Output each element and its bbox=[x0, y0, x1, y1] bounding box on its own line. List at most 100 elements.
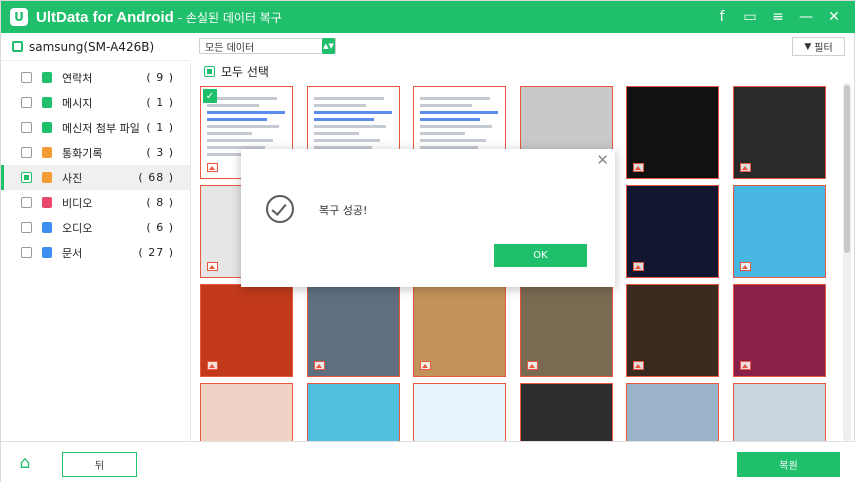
category-checkbox[interactable] bbox=[21, 147, 32, 158]
ok-button[interactable]: OK bbox=[494, 244, 587, 267]
photo-thumbnail[interactable] bbox=[520, 284, 613, 377]
dropdown-value: 모든 데이터 bbox=[205, 42, 255, 54]
checkmark-icon[interactable]: ✓ bbox=[203, 89, 217, 103]
photo-thumbnail[interactable] bbox=[626, 383, 719, 441]
screenshot-text-line bbox=[314, 97, 384, 100]
sidebar-item[interactable]: 메시지 ( 1 ) bbox=[1, 90, 190, 115]
window-controls: f ▭ ≡ — ✕ bbox=[708, 1, 848, 33]
category-checkbox[interactable] bbox=[21, 97, 32, 108]
message-icon bbox=[42, 97, 52, 108]
close-icon[interactable]: ✕ bbox=[820, 1, 848, 33]
select-all-checkbox[interactable] bbox=[204, 65, 215, 77]
menu-icon[interactable]: ≡ bbox=[764, 1, 792, 33]
sidebar-item[interactable]: 비디오 ( 8 ) bbox=[1, 190, 190, 215]
category-checkbox[interactable] bbox=[21, 247, 32, 258]
screenshot-text-line bbox=[207, 97, 277, 100]
success-dialog: ✕ 복구 성공! OK bbox=[241, 149, 615, 287]
photo-thumbnail[interactable] bbox=[733, 383, 826, 441]
screenshot-text-line bbox=[314, 139, 380, 142]
image-type-icon bbox=[740, 163, 751, 172]
screenshot-text-line bbox=[207, 132, 252, 135]
category-checkbox[interactable] bbox=[21, 172, 32, 183]
category-count: ( 9 ) bbox=[146, 71, 174, 84]
screenshot-text-line bbox=[314, 111, 392, 114]
select-all-label: 모두 선택 bbox=[221, 64, 269, 79]
sidebar-item[interactable]: 연락처 ( 9 ) bbox=[1, 65, 190, 90]
screenshot-text-line bbox=[314, 104, 366, 107]
close-icon[interactable]: ✕ bbox=[596, 151, 609, 169]
data-filter-dropdown[interactable]: 모든 데이터 ▲▼ bbox=[199, 38, 336, 54]
app-logo-icon: U bbox=[10, 8, 28, 26]
photo-thumbnail[interactable] bbox=[307, 383, 400, 441]
device-name: samsung(SM-A426B) bbox=[29, 39, 155, 54]
photo-thumbnail[interactable] bbox=[626, 185, 719, 278]
photo-thumbnail[interactable] bbox=[200, 383, 293, 441]
category-count: ( 3 ) bbox=[146, 146, 174, 159]
image-type-icon bbox=[740, 262, 751, 271]
category-label: 메신저 첨부 파일 bbox=[62, 121, 140, 135]
recover-button[interactable]: 복원 bbox=[737, 452, 840, 477]
category-checkbox[interactable] bbox=[21, 197, 32, 208]
image-type-icon bbox=[633, 262, 644, 271]
document-icon bbox=[42, 247, 52, 258]
screenshot-text-line bbox=[207, 125, 279, 128]
photo-thumbnail[interactable] bbox=[733, 284, 826, 377]
screenshot-text-line bbox=[207, 104, 259, 107]
screenshot-text-line bbox=[420, 125, 492, 128]
contacts-icon bbox=[42, 72, 52, 83]
category-checkbox[interactable] bbox=[21, 222, 32, 233]
filter-label: 필터 bbox=[814, 43, 833, 54]
audio-icon bbox=[42, 222, 52, 233]
sidebar-item[interactable]: 통화기록 ( 3 ) bbox=[1, 140, 190, 165]
select-all[interactable]: 모두 선택 bbox=[204, 64, 269, 79]
device-header: samsung(SM-A426B) bbox=[1, 33, 191, 61]
sidebar-item[interactable]: 오디오 ( 6 ) bbox=[1, 215, 190, 240]
category-label: 연락처 bbox=[62, 71, 93, 85]
category-checkbox[interactable] bbox=[21, 72, 32, 83]
facebook-icon[interactable]: f bbox=[708, 1, 736, 33]
image-type-icon bbox=[633, 163, 644, 172]
category-label: 통화기록 bbox=[62, 146, 103, 160]
category-label: 비디오 bbox=[62, 196, 93, 210]
category-checkbox[interactable] bbox=[21, 122, 32, 133]
funnel-icon: ▼ bbox=[804, 41, 812, 52]
photo-thumbnail[interactable] bbox=[733, 86, 826, 179]
image-type-icon bbox=[207, 361, 218, 370]
screenshot-text-line bbox=[314, 118, 374, 121]
sidebar-item[interactable]: 메신저 첨부 파일 ( 1 ) bbox=[1, 115, 190, 140]
category-count: ( 1 ) bbox=[146, 96, 174, 109]
check-circle-icon bbox=[266, 195, 294, 223]
category-count: ( 68 ) bbox=[138, 171, 174, 184]
chevron-down-icon[interactable]: ▲▼ bbox=[322, 38, 335, 54]
filter-button[interactable]: ▼ 필터 bbox=[792, 37, 845, 56]
photo-thumbnail[interactable] bbox=[520, 383, 613, 441]
photo-thumbnail[interactable] bbox=[413, 284, 506, 377]
category-count: ( 27 ) bbox=[138, 246, 174, 259]
minimize-icon[interactable]: — bbox=[792, 1, 820, 33]
screenshot-text-line bbox=[207, 118, 267, 121]
photo-thumbnail[interactable] bbox=[626, 86, 719, 179]
screenshot-text-line bbox=[420, 97, 490, 100]
grid-scrollbar[interactable] bbox=[843, 83, 851, 441]
screenshot-text-line bbox=[420, 132, 465, 135]
photo-thumbnail[interactable] bbox=[200, 284, 293, 377]
screenshot-text-line bbox=[420, 139, 486, 142]
app-title: UltData for Android bbox=[36, 8, 174, 26]
category-label: 메시지 bbox=[62, 96, 93, 110]
home-icon[interactable]: ⌂ bbox=[1, 442, 49, 482]
back-button[interactable]: 뒤 bbox=[62, 452, 137, 477]
category-count: ( 8 ) bbox=[146, 196, 174, 209]
app-window: U UltData for Android - 손실된 데이터 복구 f ▭ ≡ — ✕… bbox=[0, 0, 855, 482]
feedback-icon[interactable]: ▭ bbox=[736, 1, 764, 33]
photo-icon bbox=[42, 172, 52, 183]
sidebar-item[interactable]: 사진 ( 68 ) bbox=[1, 165, 190, 190]
sidebar-item[interactable]: 문서 ( 27 ) bbox=[1, 240, 190, 265]
photo-thumbnail[interactable] bbox=[307, 284, 400, 377]
photo-thumbnail[interactable] bbox=[413, 383, 506, 441]
image-type-icon bbox=[633, 361, 644, 370]
photo-thumbnail[interactable] bbox=[626, 284, 719, 377]
category-count: ( 6 ) bbox=[146, 221, 174, 234]
photo-thumbnail[interactable] bbox=[733, 185, 826, 278]
scrollbar-thumb[interactable] bbox=[844, 85, 850, 253]
phone-icon bbox=[12, 41, 23, 52]
